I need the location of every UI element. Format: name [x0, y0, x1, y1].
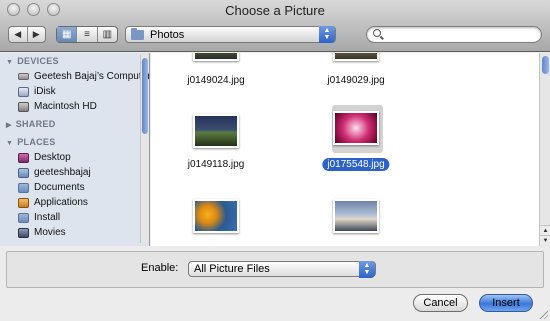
photo-thumbnail — [333, 111, 379, 145]
sidebar-scroll-thumb[interactable] — [142, 58, 148, 134]
file-item[interactable] — [296, 194, 416, 246]
cancel-button[interactable]: Cancel — [413, 294, 468, 312]
folder-icon — [18, 182, 29, 193]
search-icon — [373, 29, 381, 37]
sidebar-scrollbar[interactable] — [140, 55, 148, 243]
sidebar-item-desktop[interactable]: Desktop — [0, 150, 149, 165]
computer-icon — [18, 73, 29, 80]
file-name-clipped — [296, 241, 416, 246]
sidebar-item-macintosh-hd[interactable]: Macintosh HD — [0, 99, 149, 114]
file-browser: j0149024.jpg j0149029.jpg j0149118.jpg j… — [151, 53, 550, 246]
back-forward-control: ◀ ▶ — [8, 26, 46, 43]
enable-label: Enable: — [141, 262, 179, 274]
sidebar-item-idisk[interactable]: iDisk — [0, 84, 149, 99]
sidebar-item-documents[interactable]: Documents — [0, 180, 149, 195]
choose-picture-dialog: Choose a Picture ◀ ▶ ▦ ≡ ▥ Photos ▲ ▼ ▼ DE… — [0, 0, 550, 321]
icon-view-button[interactable]: ▦ — [57, 27, 77, 42]
sidebar-item-computer[interactable]: Geetesh Bajaj’s Computer — [0, 69, 149, 84]
desktop-icon — [18, 152, 29, 163]
disclosure-open-icon: ▼ — [6, 59, 14, 66]
idisk-icon — [18, 86, 29, 97]
file-item[interactable] — [156, 194, 276, 246]
disclosure-closed-icon: ▶ — [6, 122, 12, 129]
enable-filter-popup[interactable]: All Picture Files ▲ ▼ — [188, 261, 376, 278]
file-name: j0149024.jpg — [187, 75, 245, 86]
insert-button[interactable]: Insert — [479, 294, 533, 312]
file-name: j0149029.jpg — [327, 75, 385, 86]
column-view-button[interactable]: ▥ — [96, 27, 117, 42]
scroll-down-arrow-icon[interactable]: ▼ — [540, 235, 550, 245]
location-label: Photos — [150, 28, 185, 41]
sidebar-item-install[interactable]: Install — [0, 210, 149, 225]
file-item[interactable]: j0149029.jpg — [296, 53, 416, 93]
enable-panel: Enable: All Picture Files ▲ ▼ — [6, 251, 544, 288]
popup-arrows-icon: ▲ ▼ — [359, 261, 375, 278]
sidebar-item-home[interactable]: geeteshbajaj — [0, 165, 149, 180]
file-name-clipped — [156, 241, 276, 246]
file-item-selected[interactable]: j0175548.jpg — [296, 105, 416, 175]
sidebar-item-applications[interactable]: Applications — [0, 195, 149, 210]
sidebar-item-movies[interactable]: Movies — [0, 225, 149, 240]
file-item[interactable]: j0149024.jpg — [156, 53, 276, 93]
sidebar-section-devices[interactable]: ▼ DEVICES — [0, 54, 149, 69]
hard-drive-icon — [18, 101, 29, 112]
enable-filter-value: All Picture Files — [194, 263, 270, 275]
back-button[interactable]: ◀ — [9, 27, 27, 42]
file-browser-scrollbar[interactable]: ▲ ▼ — [539, 53, 550, 246]
home-icon — [18, 167, 29, 178]
search-input[interactable] — [385, 28, 535, 41]
list-view-button[interactable]: ≡ — [76, 27, 96, 42]
folder-icon — [18, 212, 29, 223]
file-browser-scroll-thumb[interactable] — [542, 56, 549, 74]
title-bar: Choose a Picture ◀ ▶ ▦ ≡ ▥ Photos ▲ ▼ — [0, 0, 550, 52]
file-name: j0149118.jpg — [187, 159, 245, 170]
photo-thumbnail — [333, 53, 379, 61]
sidebar: ▼ DEVICES Geetesh Bajaj’s Computer iDisk … — [0, 53, 150, 246]
window-title: Choose a Picture — [225, 3, 325, 18]
search-field[interactable] — [366, 26, 542, 43]
resize-grip-icon[interactable] — [538, 309, 548, 319]
movies-icon — [18, 227, 29, 238]
photo-thumbnail — [193, 114, 239, 148]
sidebar-section-places[interactable]: ▼ PLACES — [0, 135, 149, 150]
photo-thumbnail — [193, 53, 239, 61]
applications-icon — [18, 197, 29, 208]
sidebar-section-shared[interactable]: ▶ SHARED — [0, 117, 149, 132]
disclosure-open-icon: ▼ — [6, 140, 14, 147]
location-popup[interactable]: Photos ▲ ▼ — [125, 26, 336, 43]
photo-thumbnail — [333, 199, 379, 233]
scroll-up-arrow-icon[interactable]: ▲ — [540, 225, 550, 235]
popup-arrows-icon: ▲ ▼ — [319, 26, 335, 43]
file-item[interactable]: j0149118.jpg — [156, 109, 276, 175]
forward-button[interactable]: ▶ — [26, 27, 46, 42]
folder-icon — [131, 27, 144, 40]
view-mode-control: ▦ ≡ ▥ — [56, 26, 118, 43]
photo-thumbnail — [193, 199, 239, 233]
file-name: j0175548.jpg — [322, 158, 390, 171]
